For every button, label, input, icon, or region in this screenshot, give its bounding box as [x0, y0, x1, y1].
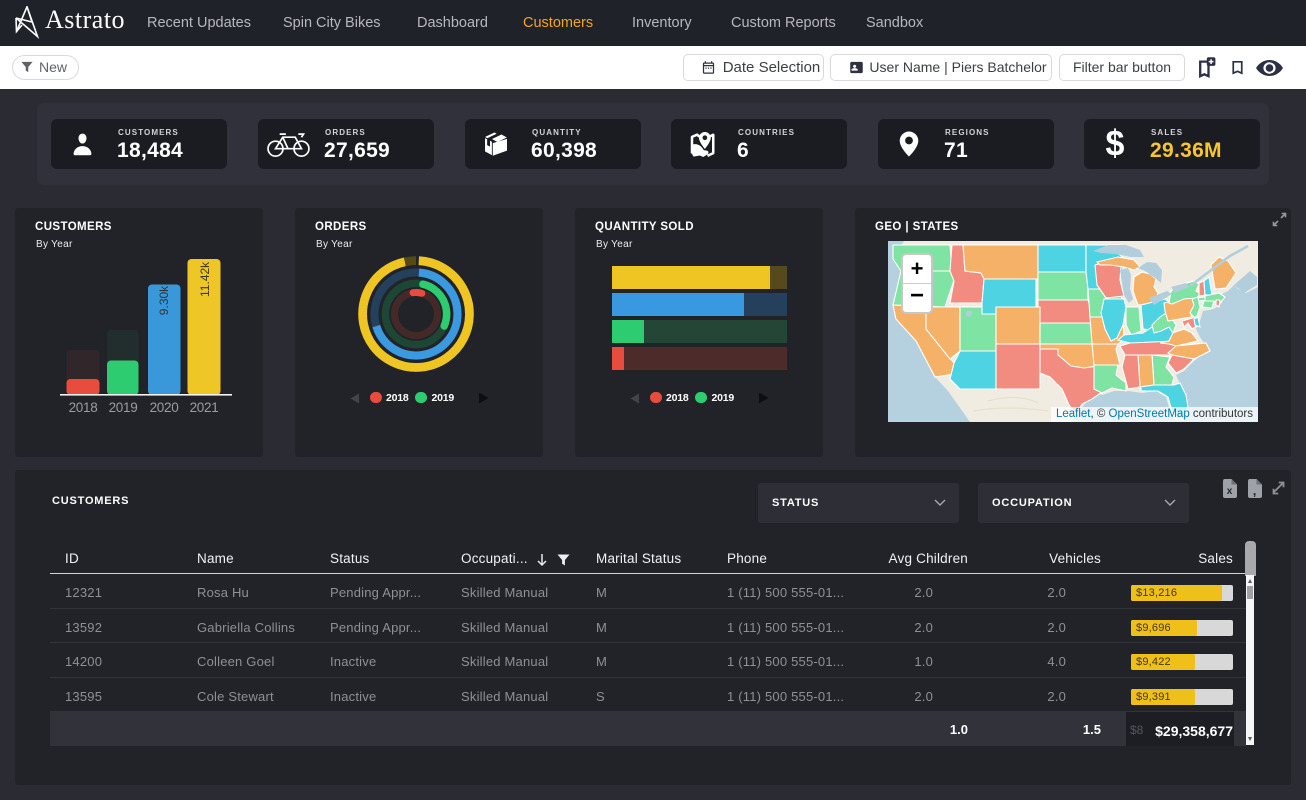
- svg-text:2021: 2021: [190, 400, 219, 415]
- svg-text:2020: 2020: [150, 400, 179, 415]
- svg-text:x: x: [1227, 486, 1233, 497]
- svg-text:11.42k: 11.42k: [198, 261, 212, 297]
- svg-text:9.30k: 9.30k: [157, 285, 171, 315]
- svg-text:2019: 2019: [109, 400, 138, 415]
- svg-text:2018: 2018: [69, 400, 98, 415]
- svg-text:,: ,: [1253, 483, 1257, 498]
